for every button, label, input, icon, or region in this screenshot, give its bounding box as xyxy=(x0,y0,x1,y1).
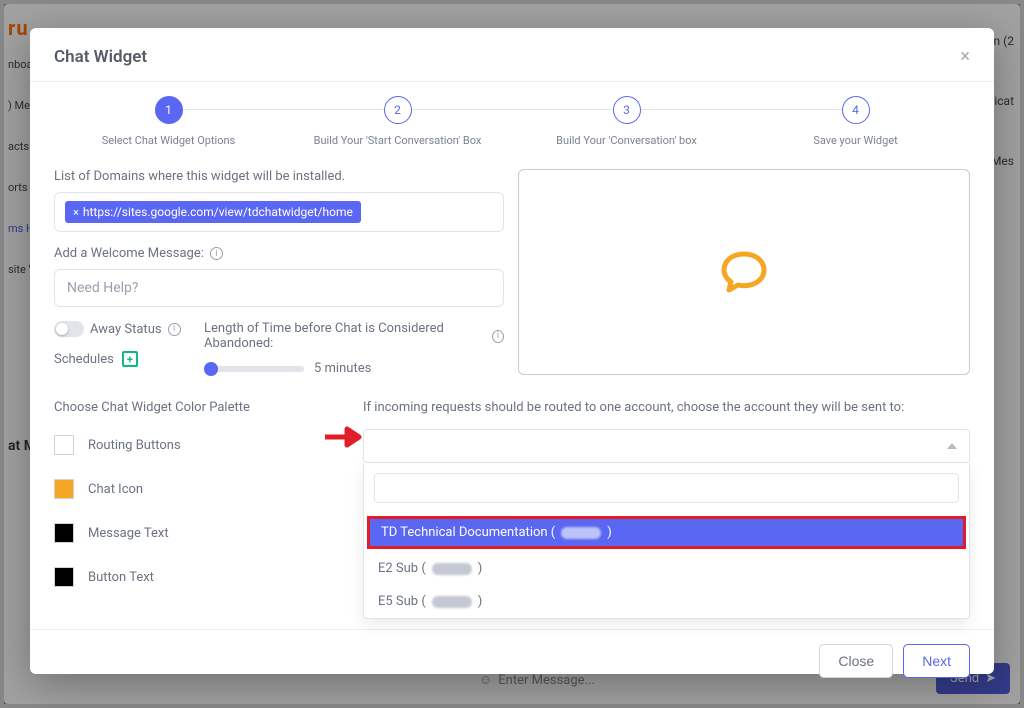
step-circle: 4 xyxy=(842,96,870,124)
info-icon[interactable]: i xyxy=(210,247,223,260)
palette-message-text[interactable]: Message Text xyxy=(54,523,349,543)
close-button[interactable]: Close xyxy=(819,644,893,678)
color-swatch[interactable] xyxy=(54,479,74,499)
domains-label: List of Domains where this widget will b… xyxy=(54,169,504,184)
option-label: TD Technical Documentation ( xyxy=(381,525,555,540)
palette-title: Choose Chat Widget Color Palette xyxy=(54,400,349,415)
step-label: Build Your 'Start Conversation' Box xyxy=(314,134,482,147)
abandon-label: Length of Time before Chat is Considered… xyxy=(204,321,486,351)
schedules-label: Schedules xyxy=(54,352,114,367)
palette-label: Chat Icon xyxy=(88,482,143,497)
routing-account-dropdown: TD Technical Documentation ( ) E2 Sub ( … xyxy=(363,463,970,619)
info-icon[interactable]: i xyxy=(492,330,504,343)
welcome-input[interactable]: Need Help? xyxy=(54,269,504,307)
dropdown-option[interactable]: E5 Sub ( ) xyxy=(364,585,969,618)
color-swatch[interactable] xyxy=(54,567,74,587)
remove-chip-icon[interactable]: × xyxy=(73,206,79,219)
next-button[interactable]: Next xyxy=(903,644,970,678)
palette-label: Message Text xyxy=(88,526,169,541)
modal-header: Chat Widget × xyxy=(30,28,994,82)
chat-icon xyxy=(720,250,768,294)
step-circle: 2 xyxy=(384,96,412,124)
dropdown-search-input[interactable] xyxy=(374,473,959,503)
step-label: Build Your 'Conversation' box xyxy=(556,134,697,147)
step-1[interactable]: 1 Select Chat Widget Options xyxy=(54,96,283,147)
wizard-steps: 1 Select Chat Widget Options 2 Build You… xyxy=(54,96,970,147)
routing-account-select[interactable] xyxy=(363,429,970,463)
abandon-value: 5 minutes xyxy=(314,361,371,376)
option-label-end: ) xyxy=(607,525,612,540)
redacted-text xyxy=(432,563,472,575)
step-label: Save your Widget xyxy=(813,134,897,147)
option-label-end: ) xyxy=(478,561,483,576)
callout-arrow-icon xyxy=(323,426,363,448)
welcome-label: Add a Welcome Message: i xyxy=(54,246,504,261)
palette-label: Routing Buttons xyxy=(88,438,181,453)
modal-footer: Close Next xyxy=(30,629,994,692)
chevron-up-icon xyxy=(947,443,957,449)
abandon-slider[interactable] xyxy=(204,366,304,372)
domain-chip[interactable]: × https://sites.google.com/view/tdchatwi… xyxy=(65,201,361,223)
palette-chat-icon[interactable]: Chat Icon xyxy=(54,479,349,499)
step-4[interactable]: 4 Save your Widget xyxy=(741,96,970,147)
routing-account-label: If incoming requests should be routed to… xyxy=(363,400,970,415)
color-swatch[interactable] xyxy=(54,435,74,455)
color-swatch[interactable] xyxy=(54,523,74,543)
domain-chip-label: https://sites.google.com/view/tdchatwidg… xyxy=(83,205,353,219)
step-circle: 3 xyxy=(613,96,641,124)
modal-body: 1 Select Chat Widget Options 2 Build You… xyxy=(30,82,994,629)
redacted-text xyxy=(432,596,472,608)
palette-routing-buttons[interactable]: Routing Buttons xyxy=(54,435,349,455)
dropdown-search-wrap xyxy=(364,463,969,513)
domains-input[interactable]: × https://sites.google.com/view/tdchatwi… xyxy=(54,192,504,232)
calendar-add-icon[interactable] xyxy=(122,351,138,367)
step-label: Select Chat Widget Options xyxy=(102,134,236,147)
info-icon[interactable]: i xyxy=(168,323,181,336)
widget-preview xyxy=(518,169,970,375)
close-icon[interactable]: × xyxy=(960,46,970,67)
away-status-toggle[interactable] xyxy=(54,321,84,337)
palette-label: Button Text xyxy=(88,570,154,585)
option-label-end: ) xyxy=(478,594,483,609)
dropdown-option[interactable]: E2 Sub ( ) xyxy=(364,552,969,585)
step-2[interactable]: 2 Build Your 'Start Conversation' Box xyxy=(283,96,512,147)
step-3[interactable]: 3 Build Your 'Conversation' box xyxy=(512,96,741,147)
redacted-text xyxy=(561,527,601,539)
dropdown-option-selected[interactable]: TD Technical Documentation ( ) xyxy=(364,513,969,552)
option-label: E5 Sub ( xyxy=(378,594,426,609)
palette-button-text[interactable]: Button Text xyxy=(54,567,349,587)
welcome-label-text: Add a Welcome Message: xyxy=(54,246,204,261)
modal-title: Chat Widget xyxy=(54,47,147,67)
away-status-label: Away Status xyxy=(90,322,162,337)
chat-widget-modal: Chat Widget × 1 Select Chat Widget Optio… xyxy=(30,28,994,674)
step-circle: 1 xyxy=(155,96,183,124)
option-label: E2 Sub ( xyxy=(378,561,426,576)
